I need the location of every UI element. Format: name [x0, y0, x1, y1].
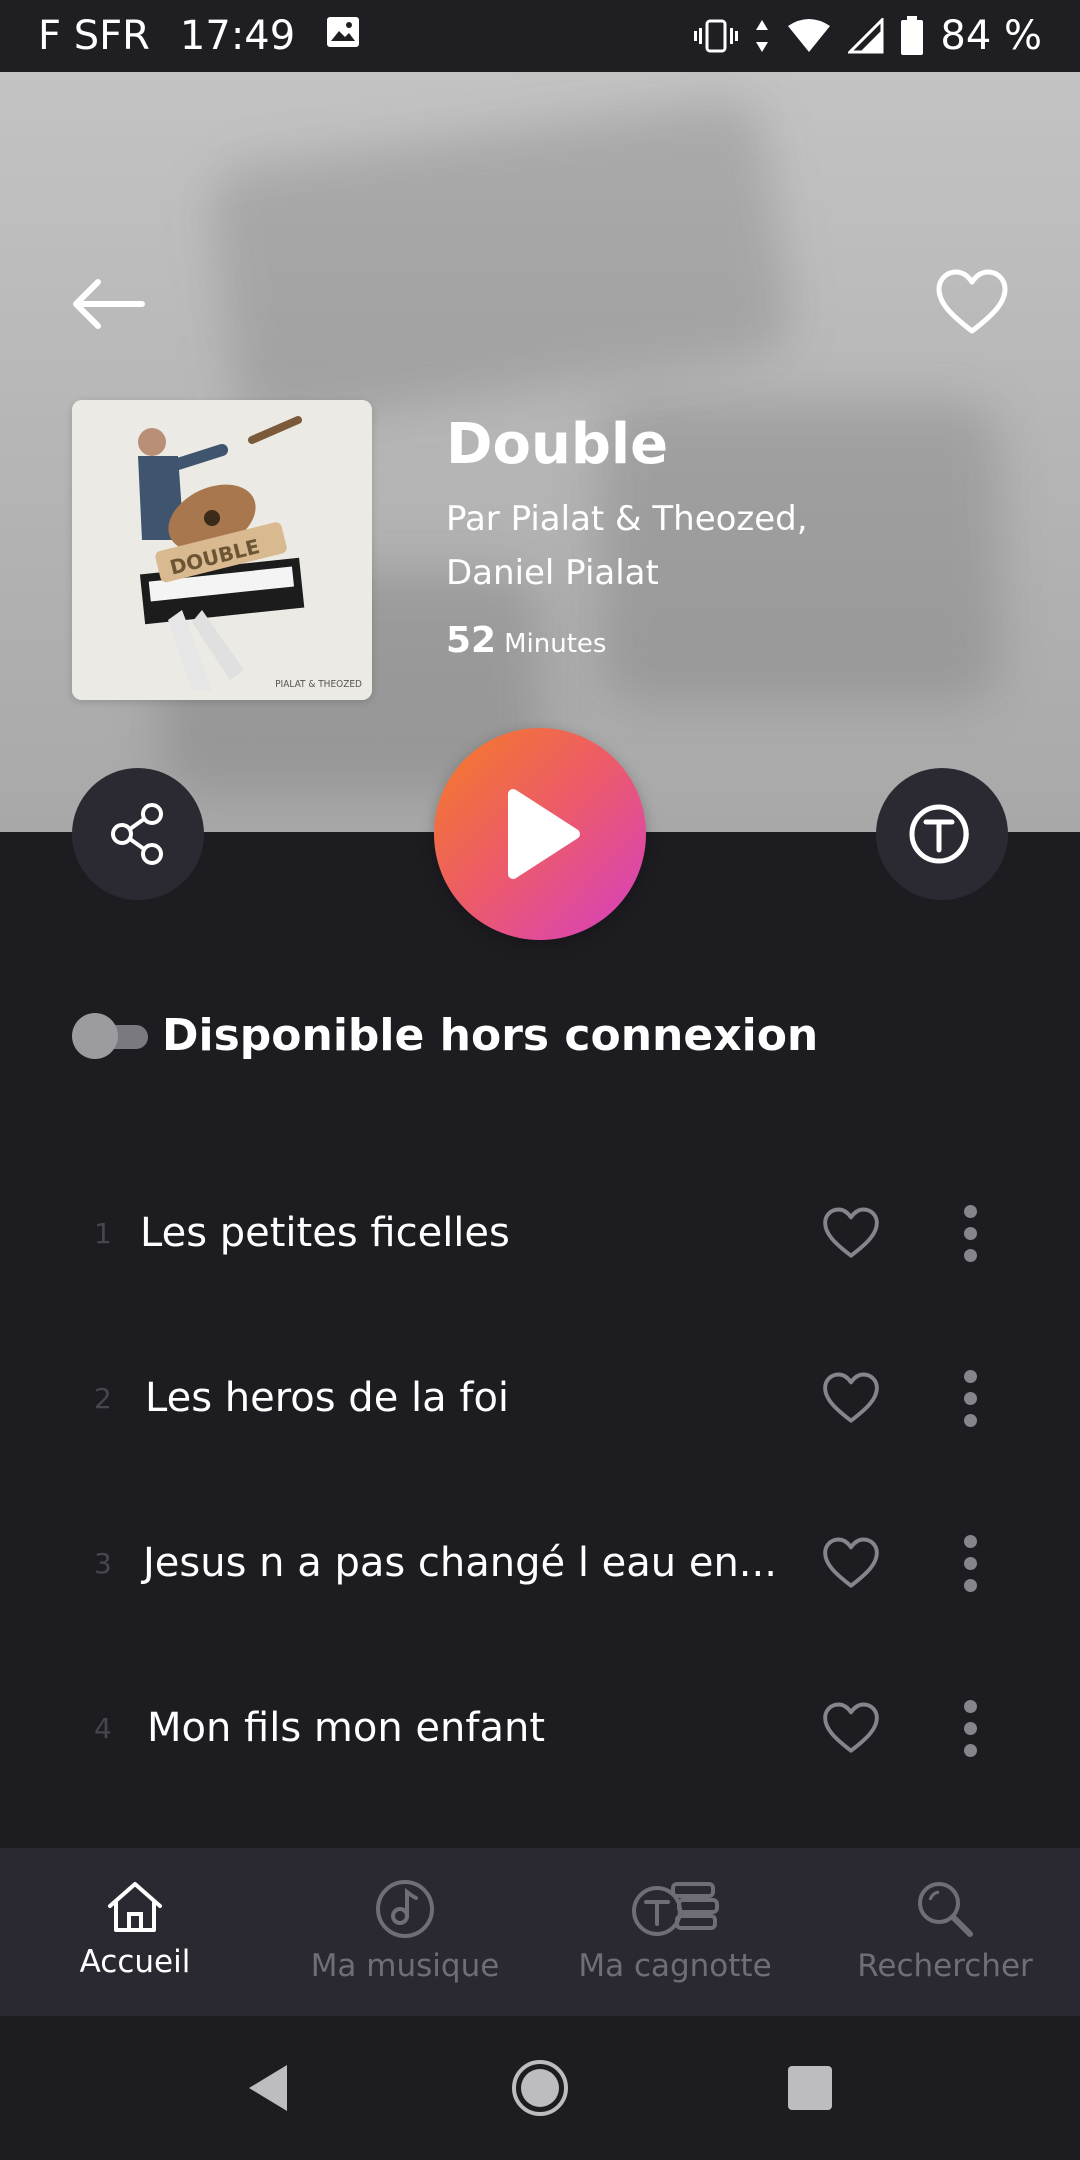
duration-value: 52	[446, 620, 497, 661]
track-more-button[interactable]	[946, 1526, 994, 1600]
heart-icon	[936, 269, 1008, 334]
track-more-button[interactable]	[946, 1691, 994, 1765]
share-icon	[111, 803, 163, 865]
clock: 17:49	[179, 13, 296, 59]
more-dot-icon	[963, 1743, 977, 1757]
heart-icon	[823, 1207, 879, 1258]
nav-label: Ma musique	[310, 1948, 500, 1984]
more-dot-icon	[963, 1226, 977, 1240]
image-notification-icon	[325, 13, 361, 59]
track-row[interactable]: 2 Les heros de la foi	[0, 1323, 1080, 1473]
carrier-label: F SFR	[38, 13, 150, 59]
status-bar: F SFR 17:49 84 %	[0, 0, 1080, 72]
track-like-button[interactable]	[814, 1691, 888, 1765]
system-back-button[interactable]	[218, 2038, 318, 2138]
system-home-button[interactable]	[490, 2038, 590, 2138]
background-blur	[204, 94, 796, 430]
toggle-knob	[72, 1012, 118, 1059]
wifi-icon	[786, 18, 832, 54]
more-dot-icon	[963, 1413, 977, 1427]
share-button[interactable]	[72, 768, 204, 900]
search-icon	[918, 1882, 973, 1937]
circle-home-icon	[512, 2060, 568, 2116]
data-arrows-icon	[754, 18, 770, 54]
album-header: DOUBLE PIALAT & THEOZED Double Par Piala…	[0, 72, 1080, 832]
bottom-navigation: Accueil Ma musique Ma cagnotte Recherche…	[0, 1848, 1080, 2016]
album-screen: F SFR 17:49 84 % DOUBLE PIALAT & THEOZED…	[0, 0, 1080, 2160]
nav-label: Rechercher	[857, 1948, 1033, 1984]
cover-brand: PIALAT & THEOZED	[275, 679, 362, 690]
heart-icon	[823, 1537, 879, 1588]
system-navigation-bar	[0, 2016, 1080, 2160]
nav-item-accueil[interactable]: Accueil	[0, 1848, 270, 2016]
vibrate-icon	[694, 18, 739, 54]
more-dot-icon	[963, 1369, 977, 1383]
nav-label: Accueil	[79, 1944, 191, 1980]
track-title[interactable]: Les petites ficelles	[140, 1210, 510, 1256]
duration-unit: Minutes	[504, 629, 607, 659]
coins-icon	[632, 1882, 719, 1936]
nav-item-rechercher[interactable]: Rechercher	[810, 1848, 1080, 2016]
more-dot-icon	[963, 1721, 977, 1735]
more-dot-icon	[963, 1204, 977, 1218]
offline-toggle[interactable]	[72, 1012, 148, 1059]
signal-icon	[848, 18, 884, 54]
battery-icon	[900, 16, 924, 56]
favorite-album-button[interactable]	[930, 260, 1014, 344]
album-title: Double	[446, 412, 669, 477]
album-artwork: DOUBLE	[72, 400, 372, 700]
track-row[interactable]: 1 Les petites ficelles	[0, 1158, 1080, 1308]
square-recents-icon	[788, 2066, 832, 2110]
nav-item-ma-musique[interactable]: Ma musique	[270, 1848, 540, 2016]
track-more-button[interactable]	[946, 1196, 994, 1270]
more-dot-icon	[963, 1534, 977, 1548]
arrow-left-icon	[73, 279, 145, 329]
track-like-button[interactable]	[814, 1196, 888, 1270]
track-like-button[interactable]	[814, 1526, 888, 1600]
tip-token-button[interactable]	[876, 768, 1008, 900]
offline-row: Disponible hors connexion	[72, 1010, 818, 1061]
token-coin-icon	[909, 804, 969, 864]
track-more-button[interactable]	[946, 1361, 994, 1435]
play-button[interactable]	[434, 728, 646, 940]
more-dot-icon	[963, 1578, 977, 1592]
track-number: 1	[94, 1216, 112, 1250]
back-button[interactable]	[66, 262, 150, 346]
play-icon	[508, 789, 580, 879]
triangle-back-icon	[249, 2065, 287, 2111]
track-title[interactable]: Jesus n a pas changé l eau en...	[143, 1540, 777, 1586]
home-icon	[108, 1882, 162, 1932]
track-title[interactable]: Mon fils mon enfant	[147, 1705, 545, 1751]
track-like-button[interactable]	[814, 1361, 888, 1435]
track-row[interactable]: 3 Jesus n a pas changé l eau en...	[0, 1488, 1080, 1638]
more-dot-icon	[963, 1248, 977, 1262]
track-number: 2	[94, 1381, 112, 1415]
nav-item-ma-cagnotte[interactable]: Ma cagnotte	[540, 1848, 810, 2016]
track-number: 4	[94, 1711, 112, 1745]
heart-icon	[823, 1372, 879, 1423]
nav-label: Ma cagnotte	[578, 1948, 772, 1984]
track-row[interactable]: 4 Mon fils mon enfant	[0, 1653, 1080, 1803]
album-artist: Par Pialat & Theozed, Daniel Pialat	[446, 499, 808, 593]
album-duration: 52 Minutes	[446, 620, 606, 661]
track-title[interactable]: Les heros de la foi	[145, 1375, 509, 1421]
music-disc-icon	[376, 1880, 434, 1938]
more-dot-icon	[963, 1699, 977, 1713]
heart-icon	[823, 1702, 879, 1753]
track-number: 3	[94, 1546, 112, 1580]
album-cover: DOUBLE PIALAT & THEOZED	[72, 400, 372, 700]
more-dot-icon	[963, 1391, 977, 1405]
system-recents-button[interactable]	[760, 2038, 860, 2138]
battery-percent: 84 %	[940, 13, 1042, 59]
more-dot-icon	[963, 1556, 977, 1570]
offline-label: Disponible hors connexion	[162, 1010, 819, 1061]
